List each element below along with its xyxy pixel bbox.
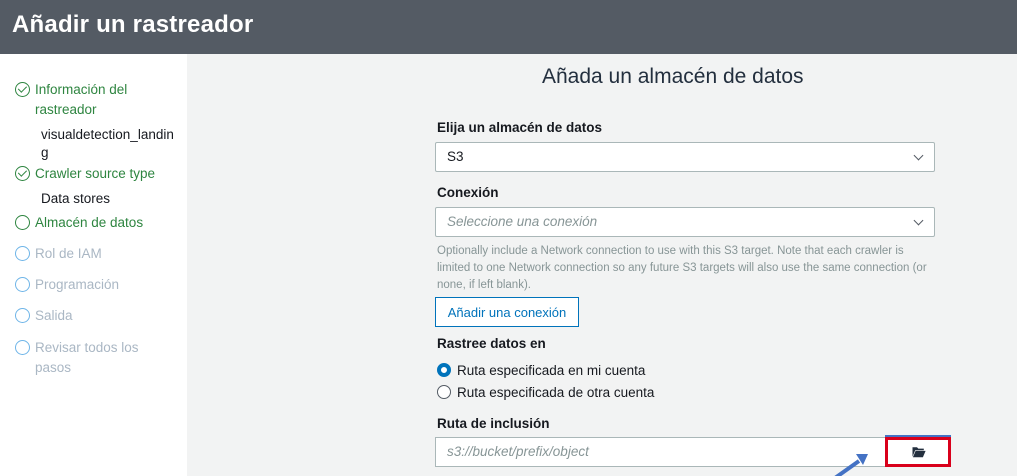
browse-s3-button[interactable] [885,437,951,467]
sidebar-step-label: Rol de IAM [35,246,102,261]
step-circle-icon [15,215,30,230]
radio-button-checked[interactable] [437,363,451,377]
sidebar-step-review: Revisar todos los pasos [15,338,165,378]
sidebar-step-detail: visualdetection_landing [41,127,174,160]
sidebar-step-schedule: Programación [15,275,119,295]
chevron-down-icon [913,150,924,161]
sidebar-step-label: Almacén de datos [35,215,144,230]
radio-label: Ruta especificada en mi cuenta [457,363,646,378]
radio-own-account[interactable]: Ruta especificada en mi cuenta [437,363,645,378]
sidebar-step-iam-role: Rol de IAM [15,244,102,264]
sidebar-step-datastore[interactable]: Almacén de datos [15,213,143,233]
connection-help-text: Optionally include a Network connection … [437,245,927,291]
wizard-sidebar: Información del rastreador visualdetecti… [0,54,187,476]
radio-other-account[interactable]: Ruta especificada de otra cuenta [437,385,654,400]
sidebar-step-label: Programación [35,277,120,292]
step-circle-icon [15,246,30,261]
sidebar-step-label: Crawler source type [35,166,156,181]
include-path-placeholder: s3://bucket/prefix/object [447,444,589,459]
sidebar-step-output: Salida [15,306,73,326]
page-title: Añada un almacén de datos [542,65,804,88]
sidebar-step-source-type[interactable]: Crawler source type [15,164,155,184]
sidebar-step-label: Salida [35,308,73,323]
include-path-label: Ruta de inclusión [437,416,550,431]
sidebar-step-label: Revisar todos los pasos [35,340,139,375]
crawl-data-label: Rastree datos en [437,336,546,351]
connection-select-placeholder: Seleccione una conexión [447,214,598,229]
radio-button[interactable] [437,385,451,399]
datastore-select[interactable]: S3 [435,142,935,172]
radio-label: Ruta especificada de otra cuenta [457,385,655,400]
sidebar-step-detail: Data stores [41,191,111,206]
step-circle-icon [15,277,30,292]
check-circle-icon [15,166,30,181]
datastore-label: Elija un almacén de datos [437,120,603,135]
include-path-input[interactable]: s3://bucket/prefix/object [435,437,887,467]
sidebar-step-label: Información del rastreador [35,82,128,117]
check-circle-icon [15,82,30,97]
connection-label: Conexión [437,185,499,200]
add-connection-button[interactable]: Añadir una conexión [435,297,579,327]
folder-open-icon [912,447,926,458]
annotation-arrow-icon [834,454,868,476]
datastore-select-value: S3 [447,149,464,164]
chevron-down-icon [913,215,924,226]
page-header: Añadir un rastreador [0,0,1017,54]
page-header-title: Añadir un rastreador [12,11,254,38]
step-circle-icon [15,340,30,355]
connection-select[interactable]: Seleccione una conexión [435,207,935,237]
sidebar-step-crawler-info[interactable]: Información del rastreador [15,80,165,120]
step-circle-icon [15,308,30,323]
main-panel: Añada un almacén de datos Elija un almac… [187,54,1017,476]
